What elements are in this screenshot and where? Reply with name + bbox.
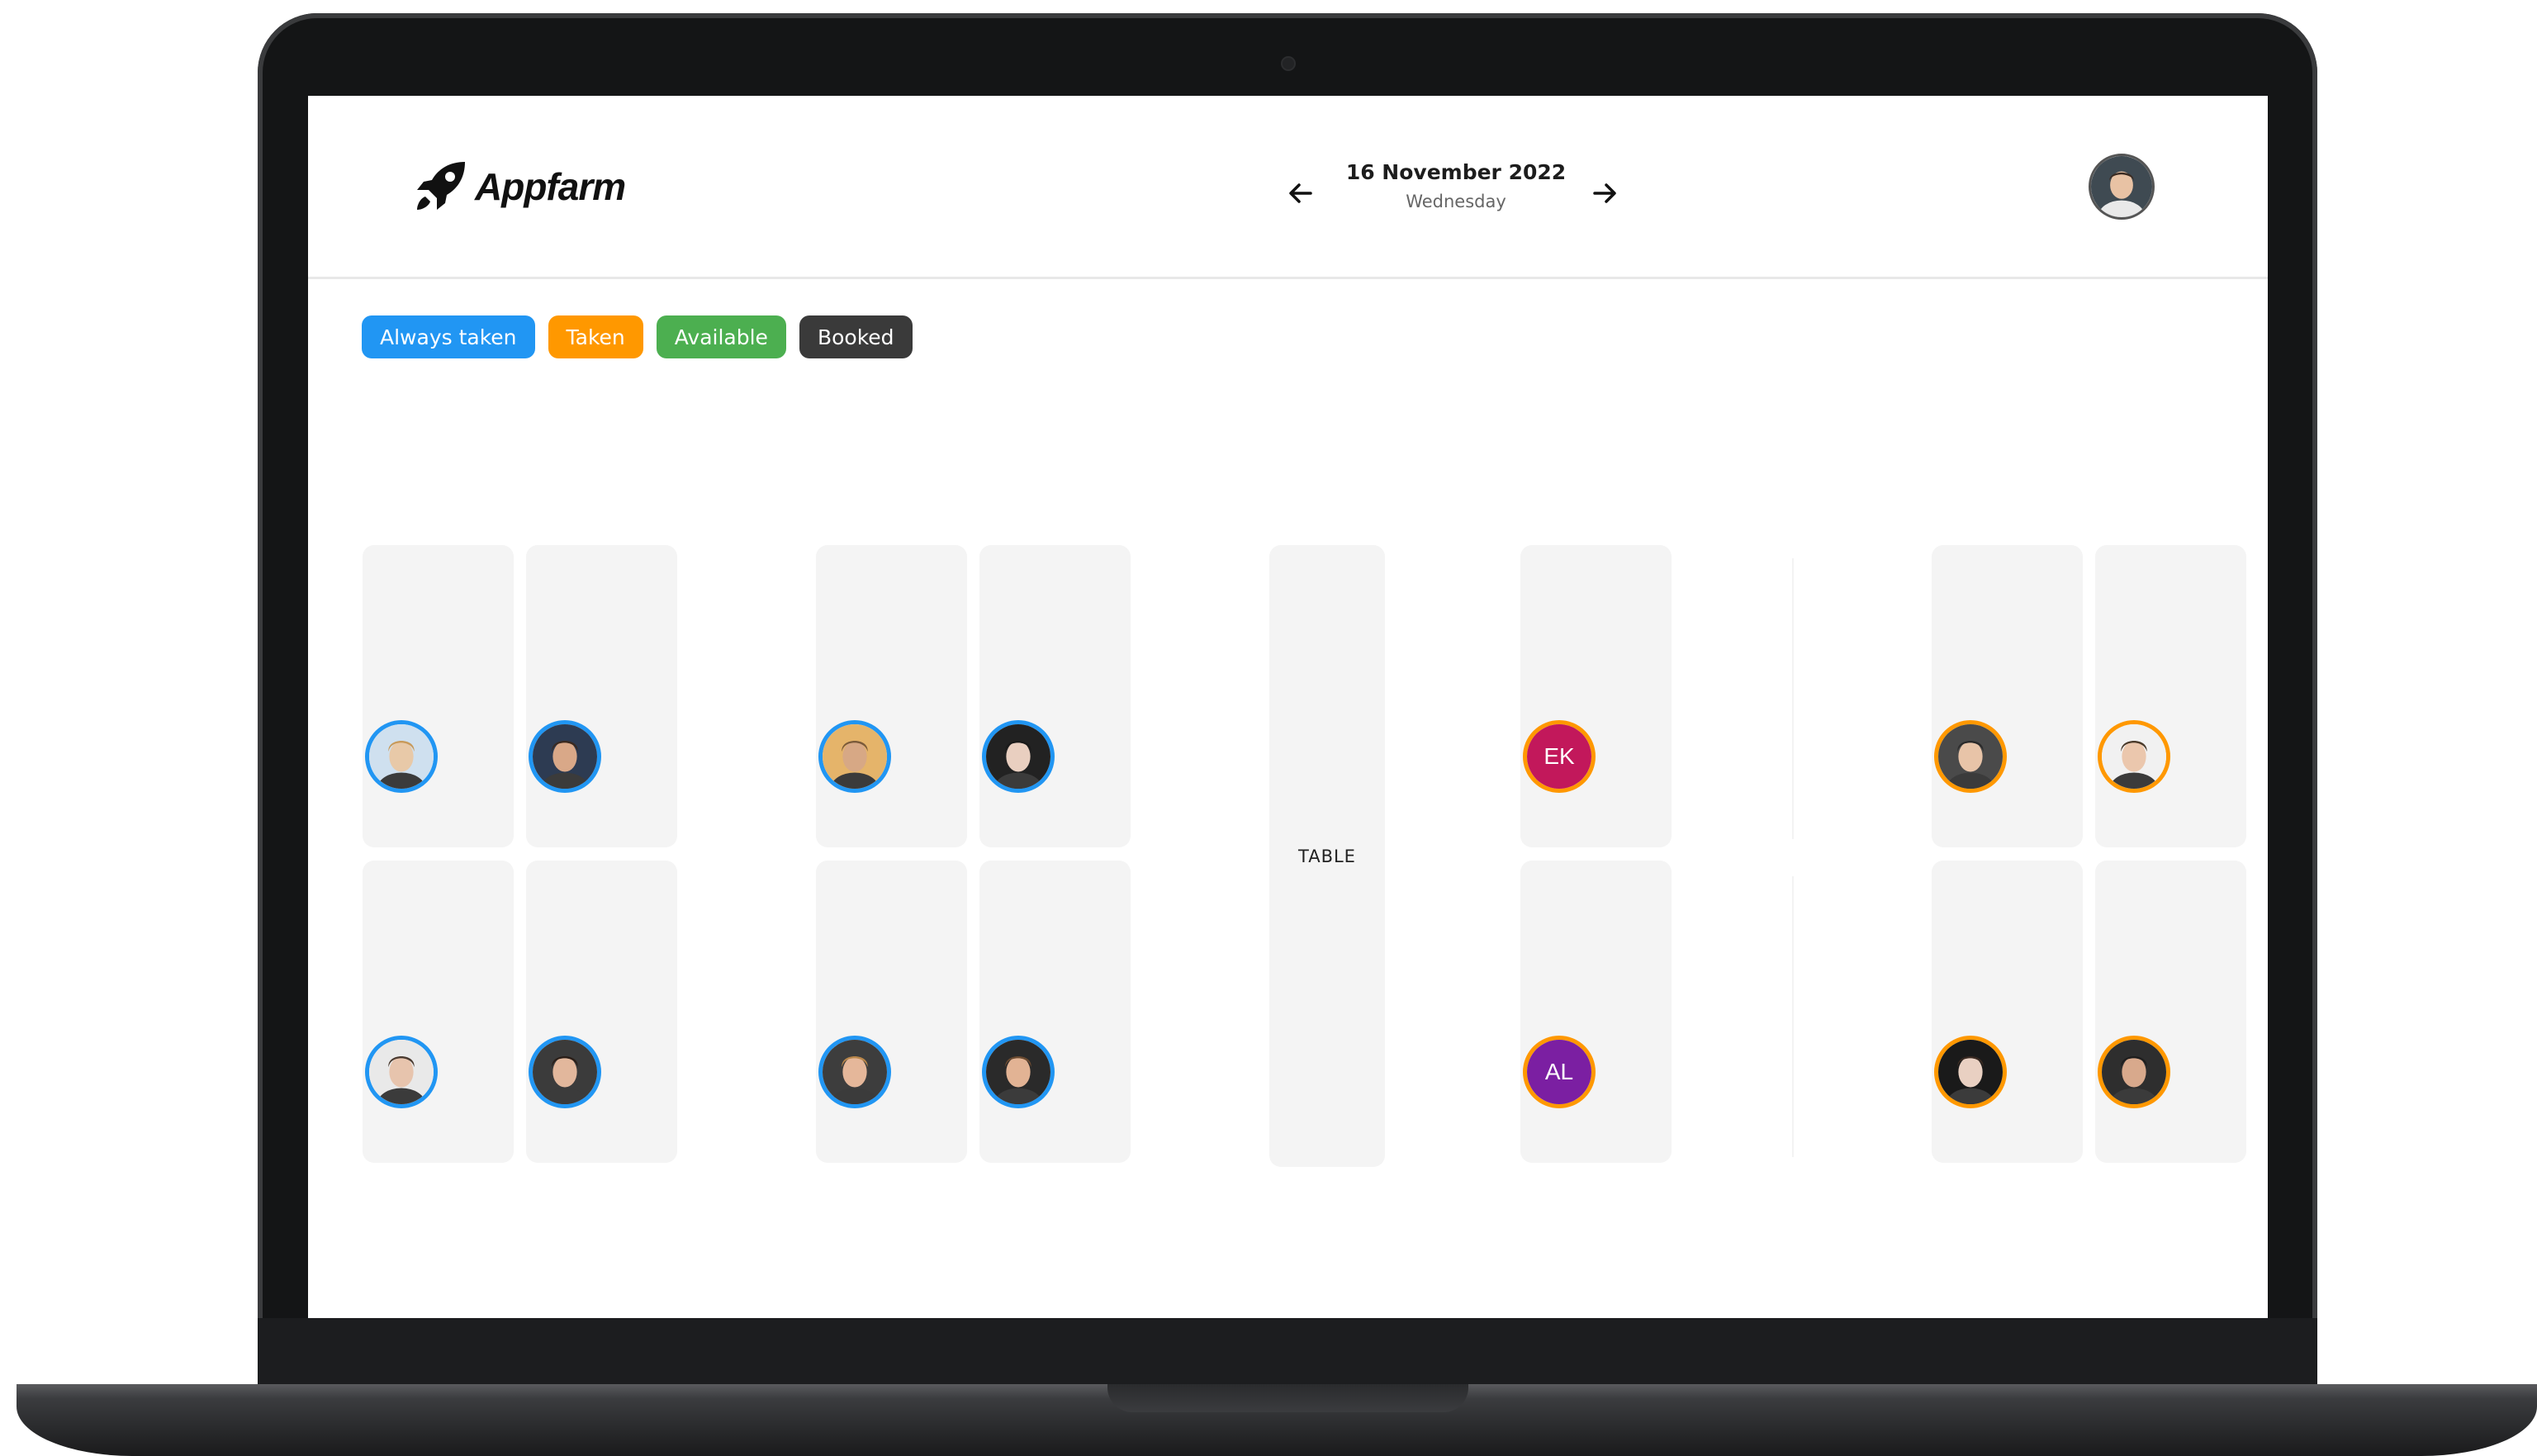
person-photo xyxy=(986,1040,1050,1104)
seat-avatar[interactable] xyxy=(1934,1036,2007,1108)
seat-avatar[interactable]: EK xyxy=(1523,720,1596,793)
desk xyxy=(979,545,1131,847)
desk xyxy=(2095,861,2246,1163)
person-photo xyxy=(1938,1040,2003,1104)
person-photo xyxy=(2102,724,2166,789)
desk xyxy=(2095,545,2246,847)
brand-logo[interactable]: Appfarm xyxy=(414,160,626,213)
legend-available[interactable]: Available xyxy=(656,315,786,358)
legend-taken[interactable]: Taken xyxy=(548,315,643,358)
person-photo xyxy=(369,1040,434,1104)
desk xyxy=(526,861,677,1163)
laptop-notch xyxy=(1107,1384,1468,1412)
legend-taken-label: Taken xyxy=(566,325,625,349)
app-screen: Appfarm 16 November 2022 Wednesday Alway… xyxy=(308,96,2268,1318)
camera-icon xyxy=(1281,56,1296,71)
user-avatar[interactable] xyxy=(2089,154,2155,220)
legend-booked[interactable]: Booked xyxy=(799,315,913,358)
app-header: Appfarm 16 November 2022 Wednesday xyxy=(308,96,2268,279)
seat-avatar[interactable] xyxy=(1934,720,2007,793)
person-photo xyxy=(369,724,434,789)
person-photo xyxy=(533,724,597,789)
user-avatar-photo xyxy=(2091,156,2152,217)
seat-initials: AL xyxy=(1527,1040,1591,1104)
meeting-table: TABLE xyxy=(1269,545,1385,1167)
arrow-right-icon xyxy=(1593,183,1616,203)
arrow-left-icon xyxy=(1289,183,1312,203)
table-label: TABLE xyxy=(1298,846,1356,866)
person-photo xyxy=(823,724,887,789)
person-photo xyxy=(1938,724,2003,789)
desk xyxy=(363,545,514,847)
legend-available-label: Available xyxy=(674,325,768,349)
selected-date: 16 November 2022 xyxy=(1345,160,1567,184)
status-legend: Always taken Taken Available Booked xyxy=(362,315,913,358)
person-photo xyxy=(533,1040,597,1104)
seat-avatar[interactable] xyxy=(818,720,891,793)
laptop-bezel xyxy=(258,1318,2317,1386)
desk xyxy=(363,861,514,1163)
legend-always-taken[interactable]: Always taken xyxy=(362,315,535,358)
seat-avatar[interactable]: AL xyxy=(1523,1036,1596,1108)
person-photo xyxy=(986,724,1050,789)
seat-initials: EK xyxy=(1527,724,1591,789)
room-divider xyxy=(1792,876,1794,1157)
legend-booked-label: Booked xyxy=(817,325,894,349)
desk xyxy=(1932,861,2083,1163)
room-divider xyxy=(1792,558,1794,839)
seat-avatar[interactable] xyxy=(365,720,438,793)
seat-avatar[interactable] xyxy=(982,720,1055,793)
seat-avatar[interactable] xyxy=(365,1036,438,1108)
selected-weekday: Wednesday xyxy=(1406,192,1506,211)
seat-avatar[interactable] xyxy=(2098,720,2170,793)
previous-day-button[interactable] xyxy=(1283,175,1319,211)
seat-avatar[interactable] xyxy=(2098,1036,2170,1108)
desk xyxy=(1520,861,1672,1163)
next-day-button[interactable] xyxy=(1586,175,1623,211)
person-photo xyxy=(2102,1040,2166,1104)
seat-avatar[interactable] xyxy=(982,1036,1055,1108)
desk xyxy=(526,545,677,847)
rocket-icon xyxy=(417,162,465,210)
desk xyxy=(816,545,967,847)
date-navigator: 16 November 2022 Wednesday xyxy=(1283,160,1629,226)
legend-always-taken-label: Always taken xyxy=(380,325,517,349)
desk xyxy=(816,861,967,1163)
seat-avatar[interactable] xyxy=(818,1036,891,1108)
seat-avatar[interactable] xyxy=(529,1036,601,1108)
desk xyxy=(979,861,1131,1163)
brand-name: Appfarm xyxy=(475,165,626,208)
person-photo xyxy=(823,1040,887,1104)
desk xyxy=(1520,545,1672,847)
desk xyxy=(1932,545,2083,847)
seat-avatar[interactable] xyxy=(529,720,601,793)
